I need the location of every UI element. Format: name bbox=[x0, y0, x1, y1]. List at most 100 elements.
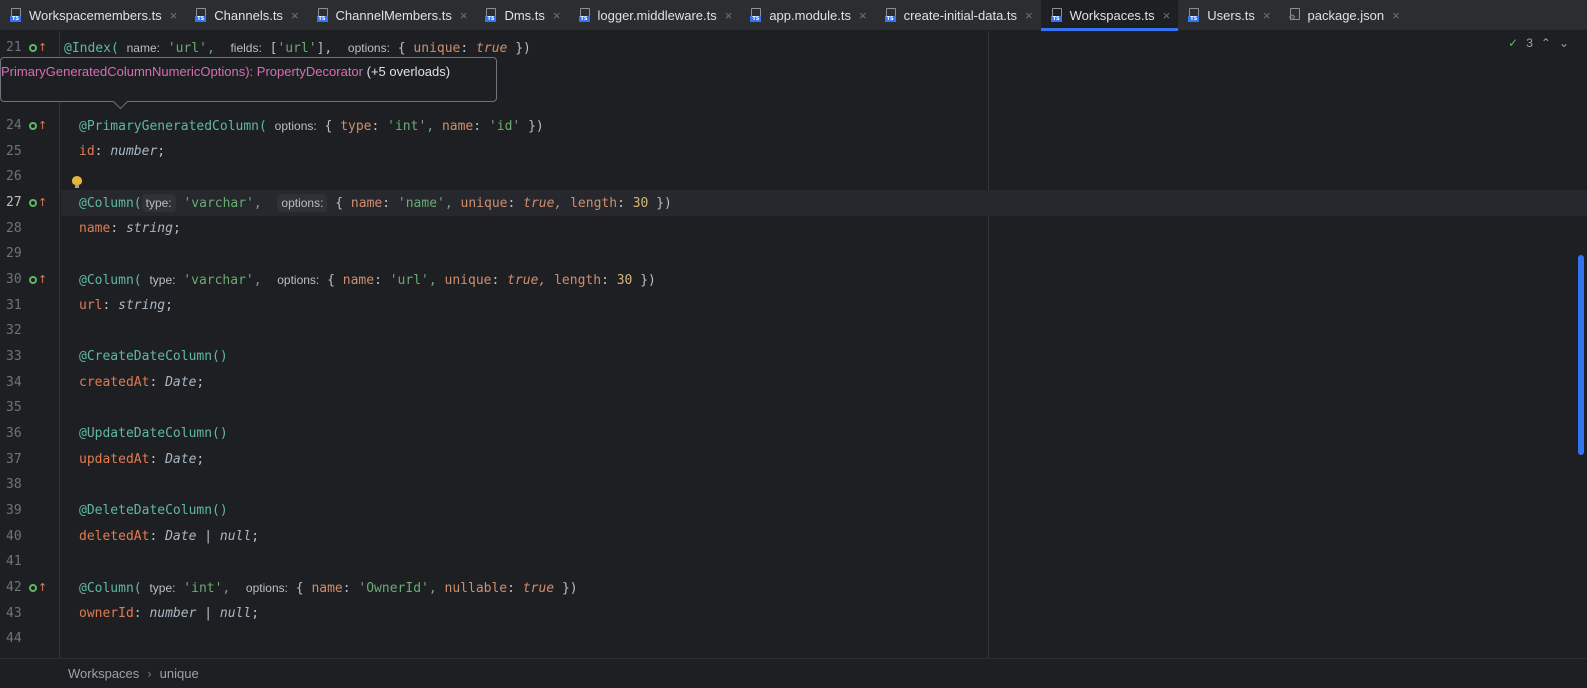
line-number: 40 bbox=[6, 529, 22, 544]
field-token: updatedAt bbox=[79, 452, 150, 467]
close-icon[interactable]: × bbox=[1392, 8, 1400, 23]
tab-channelmembers-ts[interactable]: TS ChannelMembers.ts × bbox=[307, 0, 476, 30]
key-token: unique bbox=[413, 41, 461, 56]
punct-token: ; bbox=[251, 529, 260, 544]
code-line-24[interactable]: @PrimaryGeneratedColumn( options: { type… bbox=[61, 113, 1587, 139]
tab-label: logger.middleware.ts bbox=[597, 7, 717, 23]
line-number: 30 bbox=[6, 272, 22, 287]
code-line-39[interactable]: @DeleteDateColumn() bbox=[61, 498, 1587, 524]
tab-label: package.json bbox=[1307, 7, 1385, 23]
punct-token: : bbox=[473, 119, 482, 134]
tab-package-json[interactable]: ⚙ package.json × bbox=[1279, 0, 1408, 30]
punct-token: : bbox=[374, 273, 382, 288]
field-token: url bbox=[79, 298, 103, 313]
tab-label: Users.ts bbox=[1207, 7, 1255, 23]
string-token: 'int', bbox=[183, 581, 231, 596]
close-icon[interactable]: × bbox=[291, 8, 299, 23]
punct-token: ; bbox=[165, 298, 173, 313]
decorator-token: @Column( bbox=[79, 581, 142, 596]
code-line-34[interactable]: createdAt: Date; bbox=[61, 370, 1587, 396]
implements-gutter-icon[interactable]: ↑ bbox=[29, 273, 47, 288]
inspection-widget[interactable]: ✓ 3 ⌃ ⌄ bbox=[1508, 36, 1569, 50]
code-line-40[interactable]: deletedAt: Date | null; bbox=[61, 524, 1587, 550]
punct-token: | bbox=[204, 529, 213, 544]
code-line-27[interactable]: @Column(type: 'varchar', options: { name… bbox=[61, 190, 1587, 216]
check-icon: ✓ bbox=[1508, 36, 1519, 50]
keyword-token: true bbox=[476, 41, 508, 56]
tab-workspaces-ts[interactable]: TS Workspaces.ts × bbox=[1040, 0, 1179, 31]
tab-create-initial-data-ts[interactable]: TS create-initial-data.ts × bbox=[875, 0, 1041, 30]
implements-gutter-icon[interactable]: ↑ bbox=[29, 196, 47, 211]
editor-tab-bar: TS Workspacemembers.ts × TS Channels.ts × TS Ch… bbox=[0, 0, 1587, 31]
implements-gutter-icon[interactable]: ↑ bbox=[29, 41, 47, 56]
code-line-37[interactable]: updatedAt: Date; bbox=[61, 447, 1587, 473]
tab-logger-middleware-ts[interactable]: TS logger.middleware.ts × bbox=[569, 0, 741, 30]
tab-workspacemembers-ts[interactable]: TS Workspacemembers.ts × bbox=[0, 0, 185, 30]
tab-label: ChannelMembers.ts bbox=[335, 7, 452, 23]
code-line-36[interactable]: @UpdateDateColumn() bbox=[61, 421, 1587, 447]
key-token: name bbox=[441, 119, 474, 134]
punct-token: : bbox=[102, 298, 111, 313]
code-line-43[interactable]: ownerId: number | null; bbox=[61, 601, 1587, 627]
punct-token: ; bbox=[251, 606, 260, 621]
tooltip-overloads: (+5 overloads) bbox=[366, 64, 451, 79]
punct-token: : bbox=[382, 196, 391, 211]
field-token: deletedAt bbox=[79, 529, 150, 544]
punct-token: }) bbox=[528, 119, 544, 134]
punct-token: : bbox=[149, 529, 158, 544]
tab-channels-ts[interactable]: TS Channels.ts × bbox=[185, 0, 306, 30]
ts-file-icon: TS bbox=[195, 8, 209, 22]
type-token: number bbox=[149, 606, 197, 621]
vertical-scrollbar[interactable] bbox=[1578, 255, 1584, 455]
punct-token: ; bbox=[157, 144, 166, 159]
punct-token: : bbox=[342, 581, 351, 596]
line-number-gutter[interactable]: 21 ↑ 24 ↑ 25 26 27 ↑ 28 29 30 ↑ 31 32 33 34 35 36 37 38 39 40… bbox=[0, 31, 60, 658]
line-number: 39 bbox=[6, 503, 22, 518]
code-editor[interactable]: @Index( name: 'url', fields: ['url'], op… bbox=[61, 31, 1587, 658]
chevron-down-icon[interactable]: ⌄ bbox=[1559, 36, 1569, 50]
tab-app-module-ts[interactable]: TS app.module.ts × bbox=[740, 0, 874, 30]
tab-dms-ts[interactable]: TS Dms.ts × bbox=[475, 0, 568, 30]
code-line-33[interactable]: @CreateDateColumn() bbox=[61, 344, 1587, 370]
punct-token: : bbox=[617, 196, 625, 211]
line-number: 28 bbox=[6, 221, 22, 236]
close-icon[interactable]: × bbox=[725, 8, 733, 23]
close-icon[interactable]: × bbox=[859, 8, 867, 23]
punct-token: { bbox=[327, 273, 335, 288]
tab-label: create-initial-data.ts bbox=[903, 7, 1018, 23]
close-icon[interactable]: × bbox=[553, 8, 561, 23]
close-icon[interactable]: × bbox=[1263, 8, 1271, 23]
breadcrumb-separator: › bbox=[147, 666, 152, 681]
chevron-up-icon[interactable]: ⌃ bbox=[1541, 36, 1551, 50]
field-token: name bbox=[79, 221, 111, 236]
keyword-token: true, bbox=[523, 196, 563, 211]
ts-file-icon: TS bbox=[884, 8, 899, 22]
punct-token: | bbox=[204, 606, 213, 621]
ts-file-icon: TS bbox=[750, 8, 764, 22]
code-line-30[interactable]: @Column( type: 'varchar', options: { nam… bbox=[61, 267, 1587, 293]
tab-users-ts[interactable]: TS Users.ts × bbox=[1178, 0, 1278, 30]
type-token: null bbox=[219, 529, 252, 544]
key-token: type bbox=[340, 119, 372, 134]
punct-token: }) bbox=[640, 273, 656, 288]
ts-file-icon: TS bbox=[578, 8, 593, 22]
close-icon[interactable]: × bbox=[460, 8, 468, 23]
breadcrumb-item-class[interactable]: Workspaces bbox=[68, 666, 139, 681]
close-icon[interactable]: × bbox=[170, 8, 178, 23]
breadcrumb-item-member[interactable]: unique bbox=[160, 666, 199, 681]
lightbulb-icon[interactable] bbox=[72, 176, 82, 188]
inspection-count: 3 bbox=[1526, 36, 1533, 50]
code-line-28[interactable]: name: string; bbox=[61, 216, 1587, 242]
implements-gutter-icon[interactable]: ↑ bbox=[29, 581, 47, 596]
number-token: 30 bbox=[616, 273, 633, 288]
implements-gutter-icon[interactable]: ↑ bbox=[29, 119, 47, 134]
code-line-25[interactable]: id: number; bbox=[61, 139, 1587, 165]
line-number: 42 bbox=[6, 580, 22, 595]
close-icon[interactable]: × bbox=[1025, 8, 1033, 23]
punct-token: : bbox=[491, 273, 500, 288]
code-line-31[interactable]: url: string; bbox=[61, 293, 1587, 319]
param-hint: name: bbox=[126, 41, 160, 55]
code-line-42[interactable]: @Column( type: 'int', options: { name: '… bbox=[61, 575, 1587, 601]
param-hint: options: bbox=[274, 119, 317, 133]
close-icon[interactable]: × bbox=[1163, 8, 1171, 23]
